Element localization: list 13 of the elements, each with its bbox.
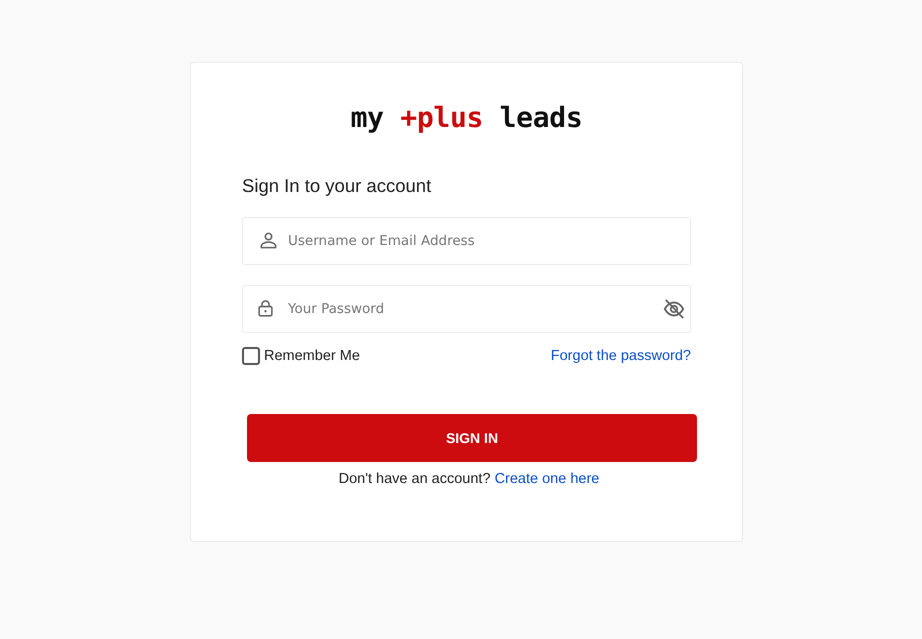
person-icon	[259, 231, 278, 250]
brand-logo: my +plus leads	[350, 102, 582, 134]
forgot-password-link[interactable]: Forgot the password?	[550, 347, 691, 365]
username-field[interactable]: Username or Email Address	[242, 217, 691, 265]
create-account-link[interactable]: Create one here	[494, 471, 600, 487]
sign-in-button[interactable]: SIGN IN	[247, 414, 697, 462]
lock-icon	[257, 298, 274, 318]
form-heading: Sign In to your account	[242, 175, 432, 197]
remember-me-label[interactable]: Remember Me	[264, 347, 360, 365]
password-field[interactable]: Your Password	[242, 285, 691, 333]
remember-checkbox[interactable]	[242, 347, 260, 365]
eye-off-icon[interactable]	[663, 298, 685, 320]
signup-prompt: Don't have an account? Create one here	[338, 470, 600, 488]
